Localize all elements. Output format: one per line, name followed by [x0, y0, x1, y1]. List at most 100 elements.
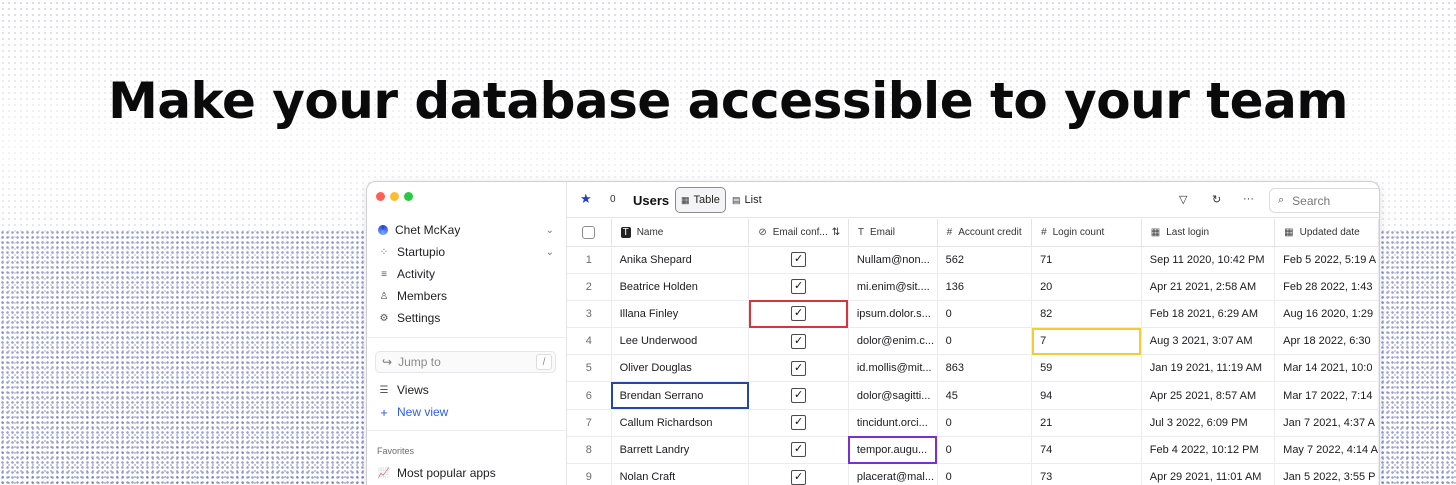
column-header-updated-date[interactable]: ▦ Updated date — [1274, 219, 1379, 247]
cell-updated-date[interactable]: Apr 18 2022, 6:30 — [1274, 327, 1379, 356]
cell-login-count[interactable]: 7 — [1031, 327, 1142, 356]
cell-login-count[interactable]: 71 — [1031, 246, 1142, 274]
cell-last-login[interactable]: Jan 19 2021, 11:19 AM — [1141, 354, 1276, 383]
cell-last-login[interactable]: Feb 18 2021, 6:29 AM — [1141, 300, 1276, 329]
cell-name[interactable]: Brendan Serrano — [611, 381, 750, 410]
cell-last-login[interactable]: Aug 3 2021, 3:07 AM — [1141, 327, 1276, 356]
cell-last-login[interactable]: Jul 3 2022, 6:09 PM — [1141, 409, 1276, 437]
cell-email-confirmed[interactable]: ✓ — [748, 246, 849, 274]
table-row[interactable]: 5 Oliver Douglas ✓ id.mollis@mit... 863 59 Jan… — [567, 354, 1379, 383]
email-confirmed-checkbox[interactable]: ✓ — [791, 360, 807, 376]
cell-email[interactable]: mi.enim@sit.... — [848, 273, 938, 301]
star-icon[interactable]: ★ — [580, 191, 592, 207]
close-window-button[interactable] — [376, 192, 385, 201]
cell-email[interactable]: dolor@enim.c... — [848, 327, 938, 356]
sidebar-views[interactable]: ☰ Views — [377, 380, 554, 400]
cell-email[interactable]: tempor.augu... — [848, 436, 938, 465]
cell-updated-date[interactable]: Jan 5 2022, 3:55 P — [1274, 463, 1379, 485]
email-confirmed-checkbox[interactable]: ✓ — [791, 415, 807, 431]
cell-account-credit[interactable]: 0 — [937, 409, 1033, 437]
workspace-menu[interactable]: ⁘ Startupio ⌄ — [377, 242, 554, 262]
favorite-item-most-popular-apps[interactable]: 📈 Most popular apps — [377, 463, 554, 483]
cell-last-login[interactable]: Sep 11 2020, 10:42 PM — [1141, 246, 1276, 274]
email-confirmed-checkbox[interactable]: ✓ — [791, 306, 807, 322]
cell-email[interactable]: tincidunt.orci... — [848, 409, 938, 437]
cell-name[interactable]: Oliver Douglas — [611, 354, 750, 383]
cell-email[interactable]: id.mollis@mit... — [848, 354, 938, 383]
cell-updated-date[interactable]: Jan 7 2021, 4:37 A — [1274, 409, 1379, 437]
cell-updated-date[interactable]: Feb 28 2022, 1:43 — [1274, 273, 1379, 301]
cell-login-count[interactable]: 73 — [1031, 463, 1142, 485]
sidebar-item-members[interactable]: ♙ Members — [377, 286, 554, 306]
column-header-account-credit[interactable]: # Account credit — [937, 219, 1033, 247]
email-confirmed-checkbox[interactable]: ✓ — [791, 442, 807, 458]
sidebar-item-settings[interactable]: ⚙ Settings — [377, 308, 554, 328]
cell-name[interactable]: Lee Underwood — [611, 327, 750, 356]
cell-email-confirmed[interactable]: ✓ — [748, 354, 849, 383]
new-view-button[interactable]: + New view — [377, 402, 554, 422]
minimize-window-button[interactable] — [390, 192, 399, 201]
table-view-button[interactable]: ▦ Table — [675, 187, 726, 213]
cell-login-count[interactable]: 21 — [1031, 409, 1142, 437]
cell-account-credit[interactable]: 0 — [937, 436, 1033, 465]
cell-login-count[interactable]: 94 — [1031, 381, 1142, 410]
column-header-name[interactable]: T Name — [611, 219, 750, 247]
jump-to-button[interactable]: ↪ Jump to / — [375, 351, 556, 373]
refresh-icon[interactable]: ↻ — [1212, 193, 1221, 206]
cell-updated-date[interactable]: Feb 5 2022, 5:19 A — [1274, 246, 1379, 274]
cell-email[interactable]: Nullam@non... — [848, 246, 938, 274]
cell-name[interactable]: Anika Shepard — [611, 246, 750, 274]
cell-login-count[interactable]: 59 — [1031, 354, 1142, 383]
email-confirmed-checkbox[interactable]: ✓ — [791, 279, 807, 295]
table-row[interactable]: 6 Brendan Serrano ✓ dolor@sagitti... 45 94 Apr… — [567, 381, 1379, 410]
cell-email-confirmed[interactable]: ✓ — [748, 409, 849, 437]
column-header-email[interactable]: T Email — [848, 219, 938, 247]
cell-email[interactable]: dolor@sagitti... — [848, 381, 938, 410]
cell-updated-date[interactable]: Mar 17 2022, 7:14 — [1274, 381, 1379, 410]
cell-last-login[interactable]: Apr 29 2021, 11:01 AM — [1141, 463, 1276, 485]
email-confirmed-checkbox[interactable]: ✓ — [791, 252, 807, 268]
cell-email-confirmed[interactable]: ✓ — [748, 463, 849, 485]
email-confirmed-checkbox[interactable]: ✓ — [791, 333, 807, 349]
table-row[interactable]: 1 Anika Shepard ✓ Nullam@non... 562 71 Sep 11 … — [567, 246, 1379, 274]
maximize-window-button[interactable] — [404, 192, 413, 201]
cell-last-login[interactable]: Apr 21 2021, 2:58 AM — [1141, 273, 1276, 301]
cell-email-confirmed[interactable]: ✓ — [748, 381, 849, 410]
column-header-last-login[interactable]: ▦ Last login — [1141, 219, 1276, 247]
cell-name[interactable]: Callum Richardson — [611, 409, 750, 437]
cell-updated-date[interactable]: Mar 14 2021, 10:0 — [1274, 354, 1379, 383]
cell-updated-date[interactable]: Aug 16 2020, 1:29 — [1274, 300, 1379, 329]
cell-account-credit[interactable]: 0 — [937, 463, 1033, 485]
cell-updated-date[interactable]: May 7 2022, 4:14 A — [1274, 436, 1379, 465]
cell-account-credit[interactable]: 562 — [937, 246, 1033, 274]
cell-name[interactable]: Beatrice Holden — [611, 273, 750, 301]
select-all-cell[interactable] — [567, 219, 612, 247]
cell-login-count[interactable]: 20 — [1031, 273, 1142, 301]
cell-email-confirmed[interactable]: ✓ — [748, 300, 849, 329]
more-options-button[interactable]: ··· — [1243, 193, 1254, 205]
cell-email[interactable]: placerat@mal... — [848, 463, 938, 485]
table-row[interactable]: 8 Barrett Landry ✓ tempor.augu... 0 74 Feb 4 2… — [567, 436, 1379, 465]
column-header-email-confirmed[interactable]: ⊘ Email conf... ⇅ — [748, 219, 849, 247]
column-header-login-count[interactable]: # Login count — [1031, 219, 1142, 247]
cell-account-credit[interactable]: 136 — [937, 273, 1033, 301]
sort-icon[interactable]: ⇅ — [832, 227, 840, 238]
cell-name[interactable]: Barrett Landry — [611, 436, 750, 465]
filter-icon[interactable]: ▽ — [1179, 193, 1187, 206]
cell-login-count[interactable]: 82 — [1031, 300, 1142, 329]
email-confirmed-checkbox[interactable]: ✓ — [791, 388, 807, 404]
cell-account-credit[interactable]: 0 — [937, 327, 1033, 356]
select-all-checkbox[interactable] — [582, 225, 596, 239]
table-row[interactable]: 4 Lee Underwood ✓ dolor@enim.c... 0 7 Aug 3 20… — [567, 327, 1379, 356]
table-row[interactable]: 2 Beatrice Holden ✓ mi.enim@sit.... 136 20 Apr… — [567, 273, 1379, 301]
search-input[interactable]: ⌕ Search ⌘ F — [1269, 188, 1379, 213]
cell-email-confirmed[interactable]: ✓ — [748, 273, 849, 301]
cell-email-confirmed[interactable]: ✓ — [748, 327, 849, 356]
cell-email-confirmed[interactable]: ✓ — [748, 436, 849, 465]
cell-account-credit[interactable]: 863 — [937, 354, 1033, 383]
cell-name[interactable]: Illana Finley — [611, 300, 750, 329]
list-view-button[interactable]: ▤ List — [727, 187, 767, 213]
user-menu[interactable]: Chet McKay ⌄ — [377, 220, 554, 240]
sidebar-item-activity[interactable]: ≡ Activity — [377, 264, 554, 284]
table-row[interactable]: 7 Callum Richardson ✓ tincidunt.orci... 0 21 J… — [567, 409, 1379, 437]
